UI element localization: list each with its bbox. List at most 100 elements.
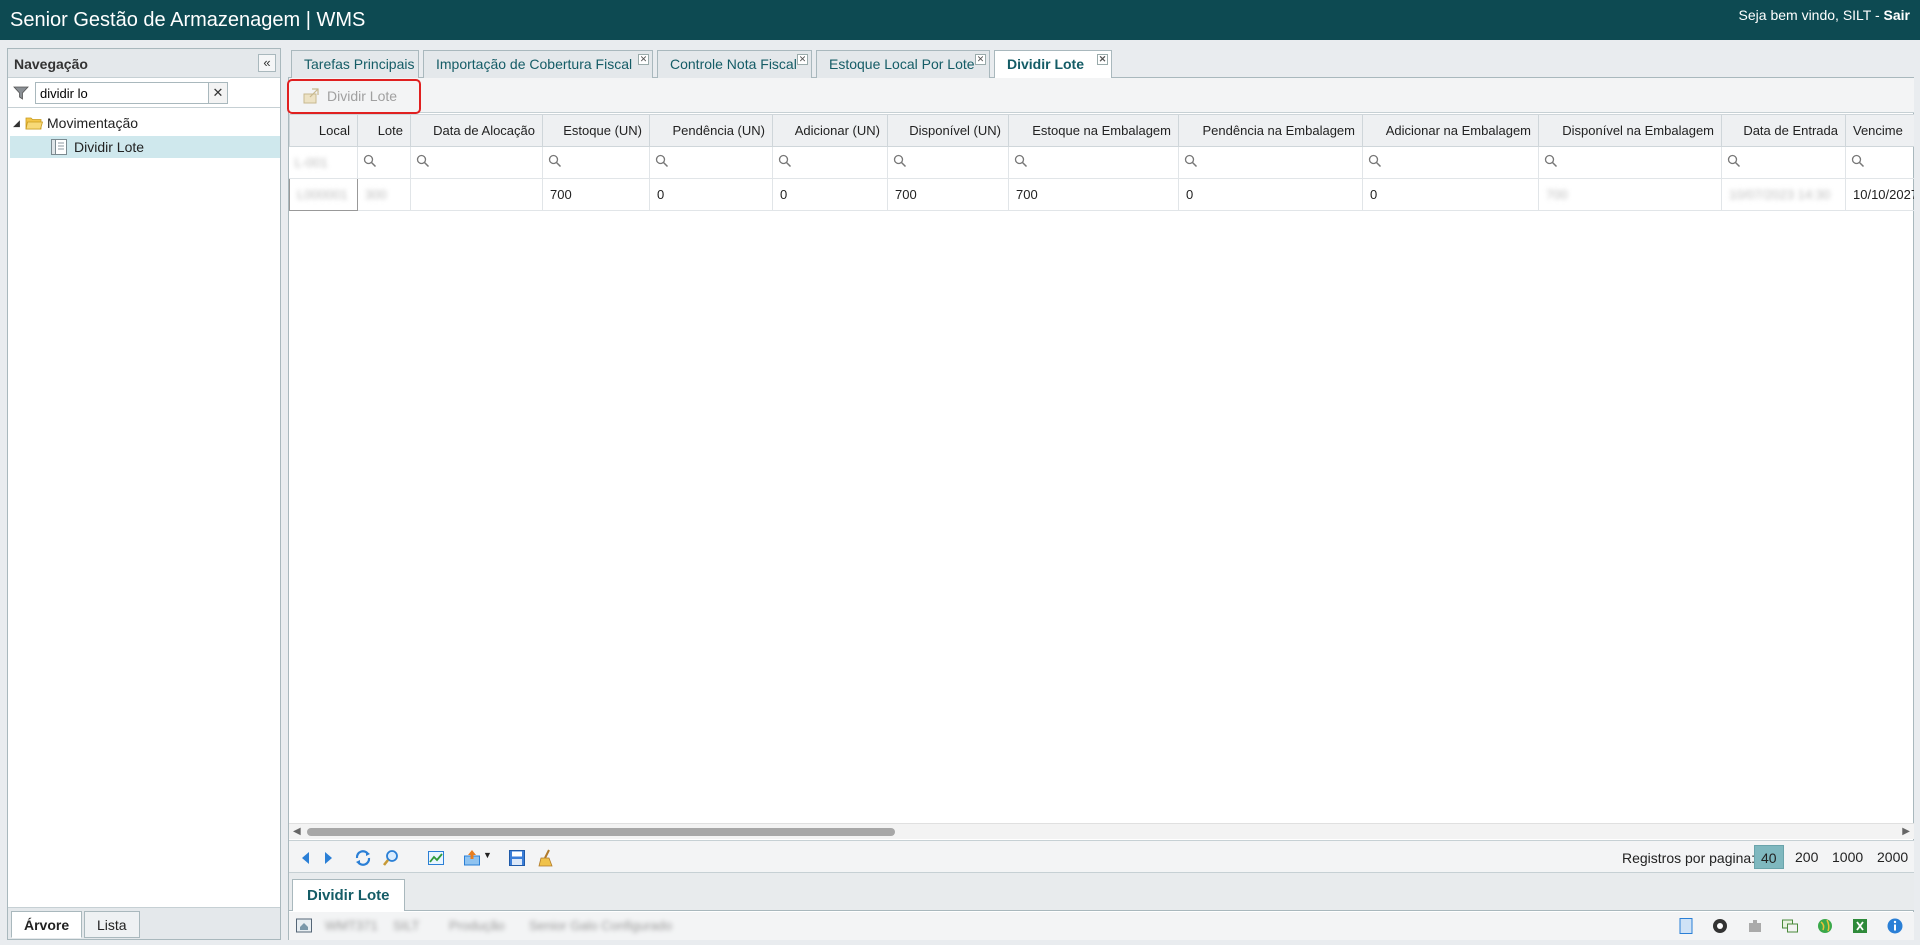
page-size-2000[interactable]: 2000 bbox=[1871, 845, 1914, 869]
home-screen-icon[interactable] bbox=[295, 917, 313, 935]
horizontal-scrollbar[interactable]: ◀ ▶ bbox=[289, 823, 1914, 839]
tab-lista[interactable]: Lista bbox=[84, 911, 140, 938]
search-icon[interactable] bbox=[893, 154, 907, 168]
column-header-disponivel-embalagem[interactable]: Disponível na Embalagem bbox=[1538, 114, 1722, 147]
page-size-1000[interactable]: 1000 bbox=[1826, 845, 1869, 869]
search-icon[interactable] bbox=[1184, 154, 1198, 168]
column-header-local[interactable]: Local bbox=[289, 114, 358, 147]
document-icon[interactable] bbox=[1677, 917, 1695, 935]
cell-data-alocacao[interactable] bbox=[410, 178, 543, 211]
excel-icon[interactable] bbox=[1851, 917, 1869, 935]
cell-lote[interactable]: 300 bbox=[357, 178, 411, 211]
nav-search-input[interactable] bbox=[35, 82, 210, 104]
info-icon[interactable] bbox=[1886, 917, 1904, 935]
filter-cell[interactable] bbox=[649, 146, 773, 179]
filter-cell[interactable] bbox=[1721, 146, 1846, 179]
tab-tarefas-principais[interactable]: Tarefas Principais bbox=[291, 50, 419, 78]
filter-local[interactable]: L-001 bbox=[289, 146, 358, 179]
cell-data-entrada[interactable]: 10/07/2023 14:30 bbox=[1721, 178, 1846, 211]
logout-link[interactable]: Sair bbox=[1884, 7, 1910, 23]
search-icon[interactable] bbox=[655, 154, 669, 168]
search-icon[interactable] bbox=[548, 154, 562, 168]
search-icon[interactable] bbox=[1727, 154, 1741, 168]
page-size-200[interactable]: 200 bbox=[1789, 845, 1824, 869]
next-page-icon[interactable] bbox=[319, 849, 337, 867]
search-icon[interactable] bbox=[778, 154, 792, 168]
filter-cell[interactable] bbox=[1362, 146, 1539, 179]
column-header-data-entrada[interactable]: Data de Entrada bbox=[1721, 114, 1846, 147]
tab-estoque-local-por-lote[interactable]: Estoque Local Por Lote ✕ bbox=[816, 50, 990, 78]
table-row[interactable]: L000001 300 700 0 0 700 700 0 0 700 10/0… bbox=[289, 178, 1914, 211]
scroll-right-icon[interactable]: ▶ bbox=[1902, 826, 1910, 837]
tree-node-dividir-lote[interactable]: Dividir Lote bbox=[10, 136, 280, 158]
previous-page-icon[interactable] bbox=[297, 849, 315, 867]
chevron-down-icon[interactable]: ▼ bbox=[483, 850, 492, 860]
scrollbar-thumb[interactable] bbox=[307, 828, 895, 836]
broom-clear-icon[interactable] bbox=[537, 849, 555, 867]
clear-filter-icon[interactable]: ✕ bbox=[208, 82, 228, 104]
cell-adicionar-un[interactable]: 0 bbox=[772, 178, 888, 211]
search-icon[interactable] bbox=[416, 154, 430, 168]
record-icon[interactable] bbox=[1711, 917, 1729, 935]
cell-pendencia-un[interactable]: 0 bbox=[649, 178, 773, 211]
tab-importacao-cobertura-fiscal[interactable]: Importação de Cobertura Fiscal ✕ bbox=[423, 50, 653, 78]
zoom-search-icon[interactable] bbox=[382, 849, 400, 867]
search-icon[interactable] bbox=[1368, 154, 1382, 168]
subtab-dividir-lote[interactable]: Dividir Lote bbox=[292, 879, 405, 911]
chart-image-icon[interactable] bbox=[427, 849, 445, 867]
save-icon[interactable] bbox=[508, 849, 526, 867]
tab-dividir-lote[interactable]: Dividir Lote ✕ bbox=[994, 50, 1112, 79]
column-header-lote[interactable]: Lote bbox=[357, 114, 411, 147]
filter-cell[interactable] bbox=[542, 146, 650, 179]
tree-node-movimentacao[interactable]: ◢ Movimentação bbox=[13, 112, 138, 134]
column-header-pendencia-embalagem[interactable]: Pendência na Embalagem bbox=[1178, 114, 1363, 147]
column-header-data-alocacao[interactable]: Data de Alocação bbox=[410, 114, 543, 147]
cell-adicionar-embalagem[interactable]: 0 bbox=[1362, 178, 1539, 211]
filter-cell[interactable] bbox=[1008, 146, 1179, 179]
filter-cell[interactable] bbox=[357, 146, 411, 179]
refresh-icon[interactable] bbox=[354, 849, 372, 867]
page-size-40[interactable]: 40 bbox=[1754, 845, 1784, 869]
close-tab-icon[interactable]: ✕ bbox=[1097, 54, 1108, 65]
app-title: Senior Gestão de Armazenagem | WMS bbox=[10, 9, 366, 31]
column-header-adicionar-un[interactable]: Adicionar (UN) bbox=[772, 114, 888, 147]
search-icon[interactable] bbox=[363, 154, 377, 168]
windows-icon[interactable] bbox=[1781, 917, 1799, 935]
tree-expand-icon[interactable]: ◢ bbox=[13, 118, 25, 129]
search-icon[interactable] bbox=[1544, 154, 1558, 168]
filter-cell[interactable] bbox=[1178, 146, 1363, 179]
column-header-disponivel-un[interactable]: Disponível (UN) bbox=[887, 114, 1009, 147]
tab-arvore[interactable]: Árvore bbox=[11, 911, 83, 938]
globe-icon[interactable] bbox=[1816, 917, 1834, 935]
search-icon[interactable] bbox=[1014, 154, 1028, 168]
tree-node-label: Dividir Lote bbox=[74, 139, 145, 155]
cell-local[interactable]: L000001 bbox=[289, 178, 358, 211]
cell-pendencia-embalagem[interactable]: 0 bbox=[1178, 178, 1363, 211]
filter-cell[interactable] bbox=[887, 146, 1009, 179]
close-tab-icon[interactable]: ✕ bbox=[797, 54, 808, 65]
column-header-adicionar-embalagem[interactable]: Adicionar na Embalagem bbox=[1362, 114, 1539, 147]
filter-cell[interactable] bbox=[1538, 146, 1722, 179]
column-header-estoque-un[interactable]: Estoque (UN) bbox=[542, 114, 650, 147]
scroll-left-icon[interactable]: ◀ bbox=[293, 826, 301, 837]
column-header-vencimento[interactable]: Vencime bbox=[1845, 114, 1914, 147]
close-tab-icon[interactable]: ✕ bbox=[975, 54, 986, 65]
cell-disponivel-un[interactable]: 700 bbox=[887, 178, 1009, 211]
filter-cell[interactable] bbox=[772, 146, 888, 179]
close-tab-icon[interactable]: ✕ bbox=[638, 54, 649, 65]
search-icon[interactable] bbox=[1851, 154, 1865, 168]
cell-vencimento[interactable]: 10/10/2027 bbox=[1845, 178, 1914, 211]
column-header-estoque-embalagem[interactable]: Estoque na Embalagem bbox=[1008, 114, 1179, 147]
navigation-panel: Navegação « ✕ ◢ Movimentação Dividir Lot… bbox=[7, 48, 281, 940]
cell-estoque-embalagem[interactable]: 700 bbox=[1008, 178, 1179, 211]
export-icon[interactable] bbox=[463, 849, 481, 867]
tab-controle-nota-fiscal[interactable]: Controle Nota Fiscal ✕ bbox=[657, 50, 812, 78]
cell-estoque-un[interactable]: 700 bbox=[542, 178, 650, 211]
filter-cell[interactable] bbox=[410, 146, 543, 179]
cell-disponivel-embalagem[interactable]: 700 bbox=[1538, 178, 1722, 211]
collapse-panel-icon[interactable]: « bbox=[258, 54, 276, 72]
column-header-pendencia-un[interactable]: Pendência (UN) bbox=[649, 114, 773, 147]
filter-cell[interactable] bbox=[1845, 146, 1914, 179]
funnel-icon[interactable] bbox=[13, 85, 29, 101]
plugin-icon[interactable] bbox=[1746, 917, 1764, 935]
